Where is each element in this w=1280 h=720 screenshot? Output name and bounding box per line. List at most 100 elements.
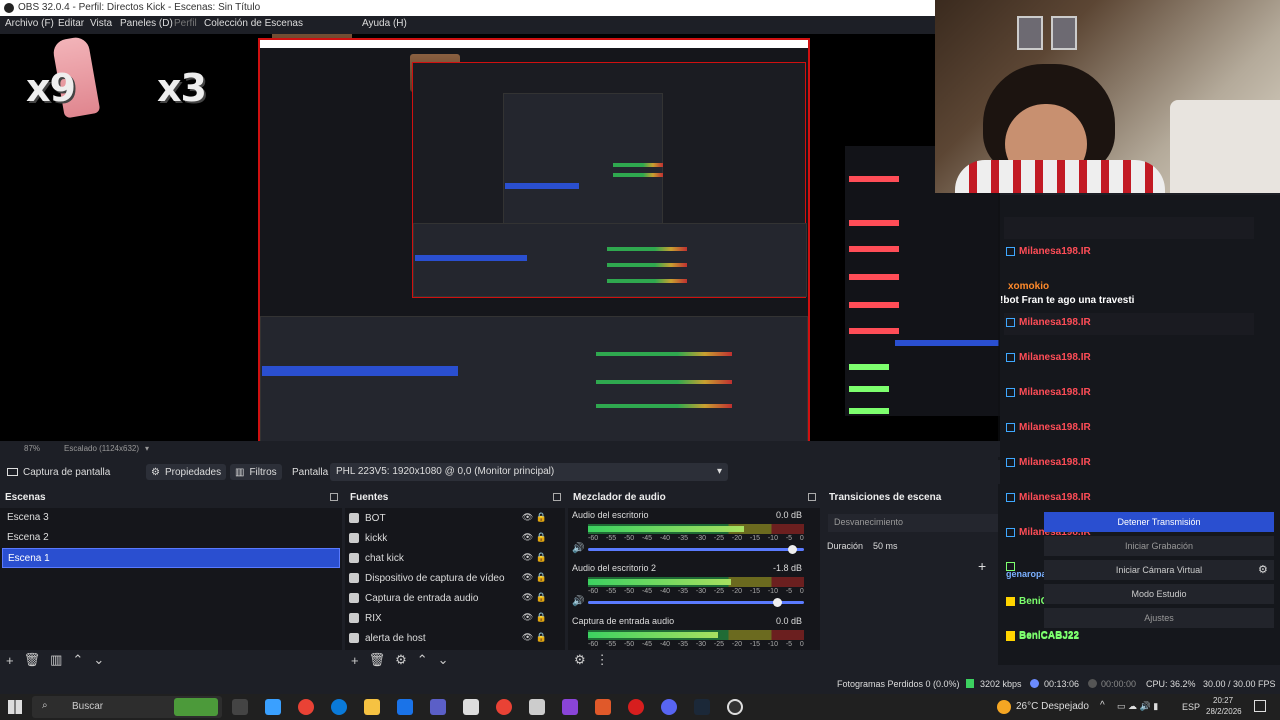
undock-icon[interactable] (553, 493, 561, 501)
menu-vista[interactable]: Vista (90, 18, 112, 29)
zoom-level[interactable]: 87% (24, 444, 40, 453)
menu-archivo[interactable]: Archivo (F) (5, 18, 54, 29)
menu-coleccion[interactable]: Colección de Escenas (204, 18, 303, 29)
trash-icon[interactable]: 🗑 (24, 652, 41, 668)
meter-tick-label: -5 (785, 588, 793, 595)
source-label: kickk (365, 532, 388, 544)
stop-stream-button[interactable]: Detener Transmisión (1044, 512, 1274, 532)
more-icon[interactable]: ⋮ (596, 652, 609, 668)
scene-item-selected[interactable]: Escena 1 (2, 548, 340, 568)
scale-mode[interactable]: Escalado (1124x632) (64, 444, 139, 453)
edge-icon[interactable] (331, 699, 347, 715)
screen-select[interactable]: PHL 223V5: 1920x1080 @ 0,0 (Monitor prin… (330, 463, 728, 481)
source-item[interactable]: kickk (349, 528, 549, 548)
app-icon[interactable] (595, 699, 611, 715)
chat-message-text: !bot Fran te ago una travesti (1000, 295, 1135, 306)
teams-icon[interactable] (430, 699, 446, 715)
chevron-up-icon[interactable]: ⌃ (72, 652, 83, 668)
volume-slider[interactable] (588, 545, 804, 554)
speaker-icon[interactable]: 🔊 (572, 543, 584, 554)
eye-lock-icon[interactable]: 👁 🔒 (522, 552, 547, 563)
undock-icon[interactable] (808, 493, 816, 501)
app-icon[interactable] (463, 699, 479, 715)
twitch-icon[interactable] (562, 699, 578, 715)
add-icon[interactable]: + (351, 653, 359, 668)
chrome-profile-icon[interactable] (496, 699, 512, 715)
eye-lock-icon[interactable]: 👁 🔒 (522, 572, 547, 583)
eye-lock-icon[interactable]: 👁 🔒 (522, 612, 547, 623)
file-explorer-icon[interactable] (364, 699, 380, 715)
steam-icon[interactable] (694, 699, 710, 715)
speaker-icon[interactable]: 🔊 (572, 596, 584, 607)
meter-level (588, 632, 718, 638)
undock-icon[interactable] (330, 493, 338, 501)
live-time: 00:13:06 (1044, 679, 1080, 689)
source-item[interactable]: Dispositivo de captura de vídeo (349, 568, 549, 588)
source-item[interactable]: chat kick (349, 548, 549, 568)
chevron-up-icon[interactable]: ⌃ (417, 652, 428, 668)
eye-lock-icon[interactable]: 👁 🔒 (522, 592, 547, 603)
eye-lock-icon[interactable]: 👁 🔒 (522, 632, 547, 643)
menu-perfil[interactable]: Perfil (174, 18, 197, 29)
scene-item[interactable]: Escena 2 (2, 528, 340, 548)
chrome-icon[interactable] (298, 699, 314, 715)
task-view-icon[interactable] (232, 699, 248, 715)
trash-icon[interactable]: 🗑 (369, 652, 386, 668)
source-item[interactable]: alerta de host (349, 628, 549, 648)
weather-text[interactable]: 26°C Despejado (1016, 701, 1089, 712)
menu-editar[interactable]: Editar (58, 18, 84, 29)
chevron-down-icon[interactable]: ⌄ (93, 652, 104, 668)
discord-icon[interactable] (661, 699, 677, 715)
start-virtual-camera-button[interactable]: Iniciar Cámara Virtual (1044, 560, 1274, 580)
volume-slider-knob[interactable] (788, 545, 798, 554)
transition-select[interactable]: Desvanecimiento (828, 514, 998, 532)
source-label: Dispositivo de captura de vídeo (365, 572, 505, 584)
menu-ayuda[interactable]: Ayuda (H) (362, 18, 407, 29)
gear-icon[interactable]: ⚙ (574, 652, 586, 668)
chevron-down-icon[interactable]: ⌄ (438, 652, 449, 668)
copilot-icon[interactable] (265, 699, 281, 715)
volume-slider[interactable] (588, 598, 804, 607)
eye-lock-icon[interactable]: 👁 🔒 (522, 512, 547, 523)
chat-username: Milanesa198.IR (1019, 245, 1091, 257)
eye-lock-icon[interactable]: 👁 🔒 (522, 532, 547, 543)
studio-mode-button[interactable]: Modo Estudio (1044, 584, 1274, 604)
clock-date[interactable]: 28/2/2026 (1206, 707, 1242, 716)
duration-input[interactable]: 50 ms (873, 541, 898, 551)
tray-icons[interactable]: ▭ ☁ 🔊 ▮ (1117, 701, 1158, 712)
source-item[interactable]: RIX (349, 608, 549, 628)
chat-username: Milanesa198.IR (1019, 491, 1091, 503)
filters-button[interactable]: ▥ Filtros (230, 464, 282, 480)
menu-paneles[interactable]: Paneles (D) (120, 18, 173, 29)
outlook-icon[interactable] (397, 699, 413, 715)
source-item[interactable]: BOT (349, 508, 549, 528)
chat-username: BeniCABJ22 (1019, 630, 1080, 642)
notification-icon[interactable] (1254, 700, 1266, 712)
start-recording-button[interactable]: Iniciar Grabación (1044, 536, 1274, 556)
filter-icon[interactable]: ▥ (50, 652, 62, 668)
taskbar-search[interactable]: ⌕ Buscar (32, 696, 222, 718)
add-icon[interactable]: + (978, 558, 986, 574)
volume-slider-knob[interactable] (773, 598, 783, 607)
gear-icon[interactable]: ⚙ (1258, 563, 1268, 576)
mixer-header: Mezclador de audio (568, 490, 820, 506)
filter-icon: ▥ (235, 466, 245, 478)
meter-tick-label: 0 (799, 535, 804, 542)
opera-icon[interactable] (628, 699, 644, 715)
kick-badge-icon (1006, 631, 1015, 641)
add-icon[interactable]: + (6, 653, 14, 668)
notepad-icon[interactable] (529, 699, 545, 715)
scene-item[interactable]: Escena 3 (2, 508, 340, 528)
windows-start-icon[interactable] (8, 700, 22, 714)
gear-icon[interactable]: ⚙ (395, 652, 407, 668)
clock-time[interactable]: 20:27 (1213, 696, 1233, 705)
chevron-down-icon[interactable]: ▾ (145, 444, 149, 453)
obs-icon[interactable] (727, 699, 743, 715)
meter-tick-label: -15 (749, 641, 760, 648)
language-indicator[interactable]: ESP (1182, 702, 1200, 712)
properties-button[interactable]: ⚙ Propiedades (146, 464, 227, 480)
source-item[interactable]: Captura de entrada audio (349, 588, 549, 608)
preview-canvas[interactable]: x9 x3 x2 x3 (0, 34, 1000, 441)
tray-chevron-icon[interactable]: ^ (1100, 700, 1105, 711)
settings-button[interactable]: Ajustes (1044, 608, 1274, 628)
